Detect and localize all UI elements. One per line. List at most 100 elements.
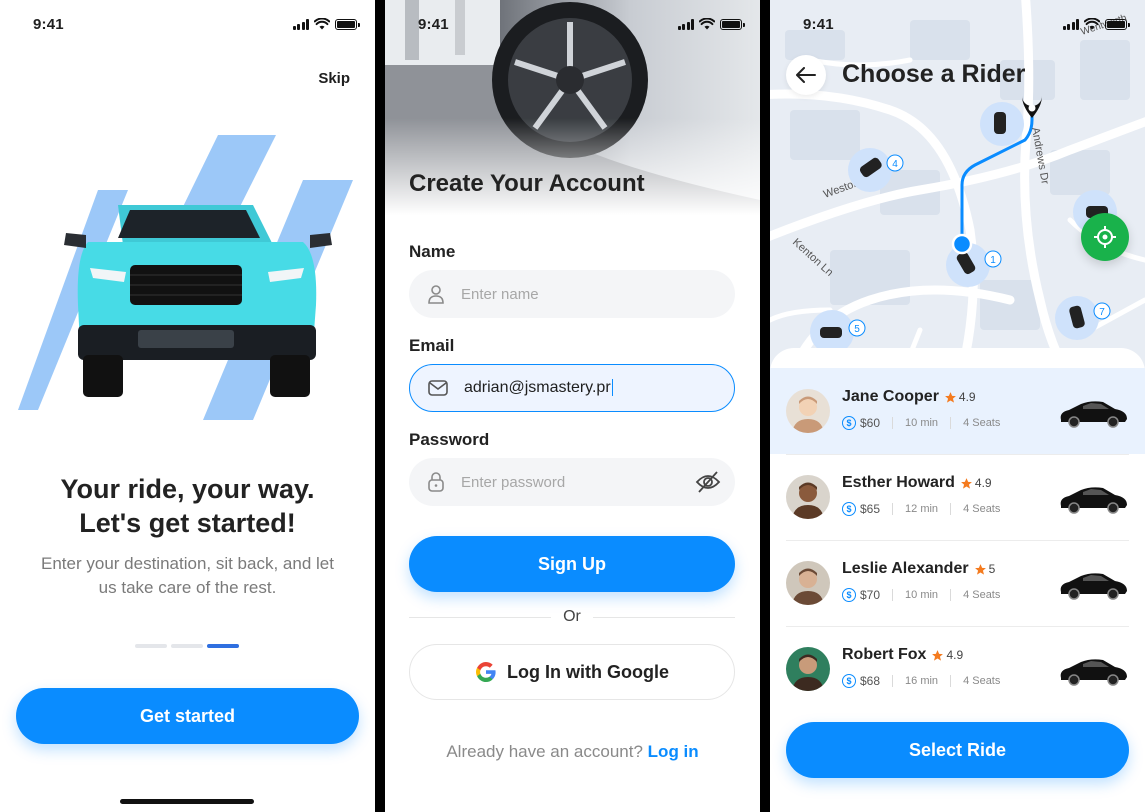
login-prompt: Already have an account? Log in <box>446 742 699 761</box>
avatar <box>786 647 830 691</box>
car-icon <box>1060 573 1127 600</box>
signal-icon <box>1062 18 1079 30</box>
onboarding-headline: Your ride, your way. Let's get started! <box>60 474 315 538</box>
battery-icon <box>1105 18 1130 30</box>
password-label: Password <box>409 430 490 449</box>
star-icon <box>945 391 956 403</box>
onboarding-screen: 9:41 Skip Your ride, your way. Let's get… <box>0 0 375 812</box>
name-label: Name <box>409 242 456 261</box>
avatar <box>786 561 830 605</box>
name-input[interactable]: Enter name <box>461 286 539 303</box>
page-title: Create Your Account <box>409 170 645 197</box>
page-indicator <box>135 644 239 648</box>
name-field[interactable]: Enter name <box>409 270 735 318</box>
rider-seats: 4 Seats <box>963 417 1001 429</box>
status-time: 9:41 <box>418 15 449 33</box>
wifi-icon <box>1084 18 1100 30</box>
car-marker[interactable] <box>980 102 1024 146</box>
rider-rating: 5 <box>974 562 995 576</box>
choose-rider-screen: Weston Kenton Ln Andrews Dr Wentworth 4 … <box>770 0 1145 812</box>
rider-eta: 10 min <box>905 589 939 601</box>
eye-off-icon[interactable] <box>695 470 721 494</box>
lock-icon <box>428 472 444 492</box>
rider-name: Esther Howard <box>842 474 955 491</box>
rider-name: Leslie Alexander <box>842 560 969 577</box>
onboarding-subtitle: Enter your destination, sit back, and le… <box>41 554 334 597</box>
skip-button[interactable]: Skip <box>318 70 350 87</box>
wifi-icon <box>699 18 715 30</box>
person-icon <box>428 285 444 304</box>
rider-rating: 4.9 <box>960 476 992 490</box>
signup-screen: 9:41 Create Your Account Name Enter name… <box>385 0 760 812</box>
rider-name: Jane Cooper <box>842 388 939 405</box>
dollar-icon: $ <box>842 416 856 430</box>
rider-eta: 12 min <box>905 503 939 515</box>
get-started-button[interactable]: Get started <box>16 688 359 744</box>
locate-me-button[interactable] <box>1081 213 1129 261</box>
rider-row[interactable]: Leslie Alexander 5 $ $70 10 min 4 Seats <box>770 540 1145 626</box>
rider-price: $65 <box>860 502 881 516</box>
mail-icon <box>428 380 448 396</box>
rider-rating: 4.9 <box>931 648 963 662</box>
dollar-icon: $ <box>842 674 856 688</box>
star-icon <box>961 477 972 489</box>
car-illustration <box>18 135 353 420</box>
dollar-icon: $ <box>842 502 856 516</box>
google-icon <box>476 662 496 682</box>
status-bar: 9:41 <box>33 14 360 34</box>
svg-text:5: 5 <box>854 324 860 335</box>
page-dot-active[interactable] <box>207 644 239 648</box>
avatar <box>786 389 830 433</box>
arrow-left-icon <box>796 67 816 83</box>
status-time: 9:41 <box>33 15 64 33</box>
email-label: Email <box>409 336 455 355</box>
car-icon <box>1060 659 1127 686</box>
avatar <box>786 475 830 519</box>
star-icon <box>932 649 944 661</box>
wifi-icon <box>314 18 330 30</box>
signal-icon <box>677 18 694 30</box>
rider-row[interactable]: Esther Howard 4.9 $ $65 12 min 4 Seats <box>770 454 1145 540</box>
rider-name: Robert Fox <box>842 646 927 663</box>
status-bar: 9:41 <box>418 14 745 34</box>
rider-eta: 16 min <box>905 675 939 687</box>
rider-seats: 4 Seats <box>963 675 1001 687</box>
back-button[interactable] <box>786 55 826 95</box>
rider-seats: 4 Seats <box>963 503 1001 515</box>
car-icon <box>1060 487 1127 514</box>
battery-icon <box>720 18 745 30</box>
svg-text:4: 4 <box>892 159 898 170</box>
email-field[interactable]: adrian@jsmastery.pr <box>409 364 735 412</box>
status-bar: 9:41 <box>803 14 1130 34</box>
crosshair-icon <box>1094 226 1116 248</box>
password-input[interactable]: Enter password <box>461 474 565 491</box>
dollar-icon: $ <box>842 588 856 602</box>
origin-dot <box>951 233 973 255</box>
select-ride-button[interactable]: Select Ride <box>786 722 1129 778</box>
or-divider: Or <box>409 608 735 626</box>
rider-row[interactable]: Jane Cooper 4.9 $ $60 10 min 4 Seats <box>770 368 1145 454</box>
map-view[interactable]: Weston Kenton Ln Andrews Dr Wentworth 4 … <box>770 0 1145 380</box>
rider-price: $60 <box>860 416 881 430</box>
svg-text:1: 1 <box>990 255 996 266</box>
status-time: 9:41 <box>803 15 834 33</box>
rider-price: $68 <box>860 674 881 688</box>
rider-price: $70 <box>860 588 881 602</box>
battery-icon <box>335 18 360 30</box>
rider-rating: 4.9 <box>944 390 976 404</box>
email-input[interactable]: adrian@jsmastery.pr <box>464 379 614 397</box>
rider-row[interactable]: Robert Fox 4.9 $ $68 16 min 4 Seats <box>770 626 1145 712</box>
google-login-button[interactable]: Log In with Google <box>409 644 735 700</box>
car-icon <box>1060 401 1127 428</box>
svg-text:7: 7 <box>1099 307 1105 318</box>
page-dot[interactable] <box>135 644 167 648</box>
text-caret <box>611 379 614 397</box>
rider-eta: 10 min <box>905 417 939 429</box>
page-dot[interactable] <box>171 644 203 648</box>
password-field[interactable]: Enter password <box>409 458 735 506</box>
star-icon <box>974 563 986 575</box>
log-in-link[interactable]: Log in <box>648 742 699 761</box>
signal-icon <box>292 18 309 30</box>
rider-seats: 4 Seats <box>963 589 1001 601</box>
sign-up-button[interactable]: Sign Up <box>409 536 735 592</box>
